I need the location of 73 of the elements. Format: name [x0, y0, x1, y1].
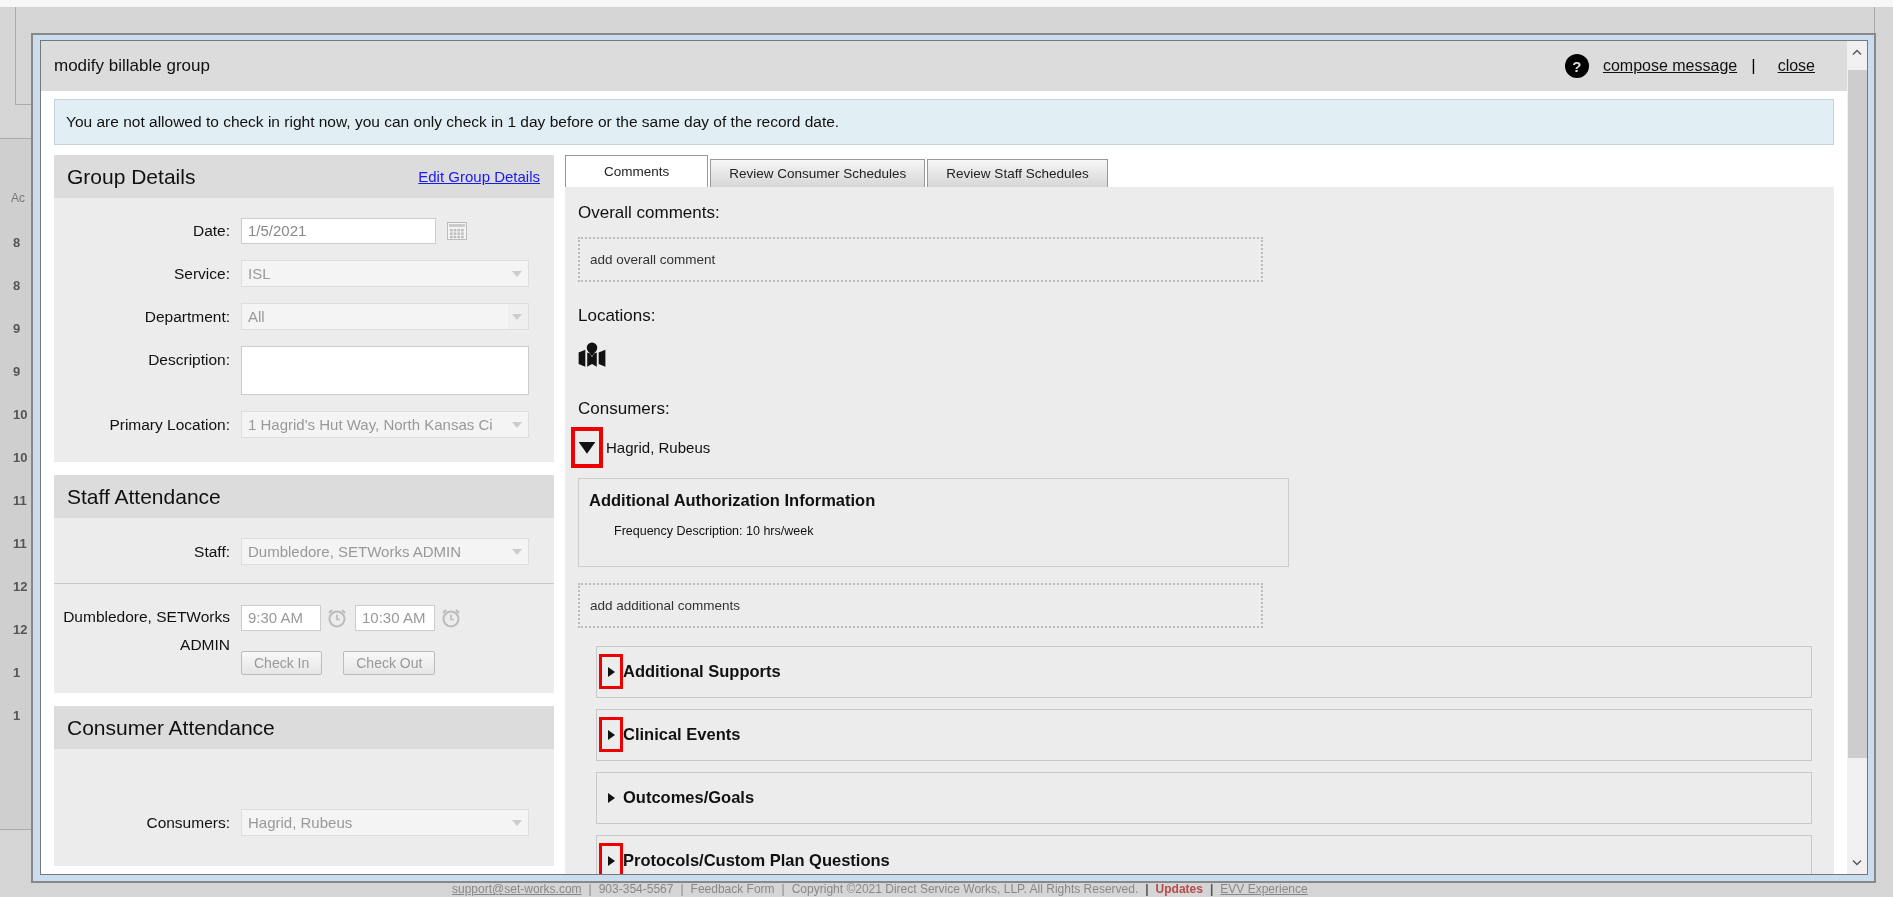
staff-name: Dumbledore, SETWorks ADMIN	[62, 607, 230, 655]
time-label: 12	[13, 579, 28, 595]
footer-separator: |	[781, 882, 785, 896]
time-label: 1	[13, 665, 21, 681]
description-field[interactable]	[241, 346, 529, 395]
scrollbar-thumb[interactable]	[1847, 70, 1867, 758]
tab[interactable]: Review Staff Schedules	[927, 159, 1108, 187]
time-label: 9	[13, 364, 21, 380]
time-label: 10	[13, 450, 28, 466]
accordion-section[interactable]: Additional Supports	[596, 646, 1812, 698]
section-title: Additional Supports	[623, 662, 781, 682]
overall-comments-label: Overall comments:	[578, 203, 720, 223]
time-label: 11	[13, 536, 27, 552]
scrollbar[interactable]	[1847, 41, 1867, 874]
alert-message: You are not allowed to check in right now, you can only check in 1 day before or the same day of the record date.	[54, 99, 1834, 145]
scroll-down-icon[interactable]	[1852, 859, 1862, 866]
section-title: Outcomes/Goals	[623, 788, 755, 808]
footer-text: Copyright ©2021 Direct Service Works, LLP. All Rights Reserved.	[791, 882, 1139, 896]
expand-caret-icon[interactable]	[605, 792, 617, 804]
footer-separator: |	[588, 882, 592, 896]
edit-group-details-link[interactable]: Edit Group Details	[418, 168, 540, 185]
map-pin-icon[interactable]	[578, 342, 606, 367]
compose-message-link[interactable]: compose message	[1602, 57, 1738, 75]
separator: |	[1751, 56, 1756, 76]
footer-text: Feedback Form	[690, 882, 775, 896]
accordion-section[interactable]: Clinical Events	[596, 709, 1812, 761]
accordion-section[interactable]: Outcomes/Goals	[596, 772, 1812, 824]
footer-separator: |	[680, 882, 684, 896]
alarm-clock-icon[interactable]	[327, 608, 347, 628]
section-heading: Group Details	[67, 164, 196, 189]
frequency-description: Frequency Description: 10 hrs/week	[613, 523, 815, 538]
locations-label: Locations:	[578, 306, 656, 327]
section-title: Protocols/Custom Plan Questions	[623, 851, 890, 871]
footer-text: 903-354-5567	[598, 882, 674, 896]
time-label: 10	[13, 407, 28, 423]
time-label: 1	[13, 708, 21, 724]
date-field[interactable]: 1/5/2021	[241, 218, 436, 244]
time-label: 11	[13, 493, 27, 509]
updates-link[interactable]: Updates	[1155, 882, 1203, 896]
expand-caret-icon[interactable]	[605, 729, 617, 741]
field-label: Date:	[191, 222, 230, 240]
consumer-name: Hagrid, Rubeus	[606, 438, 711, 456]
close-link[interactable]: close	[1777, 57, 1815, 75]
time-label: 8	[13, 278, 21, 294]
expand-caret-icon[interactable]	[605, 855, 617, 867]
footer-separator: |	[1145, 882, 1149, 896]
time-label: 12	[13, 622, 28, 638]
time-label: 9	[13, 321, 21, 337]
help-icon[interactable]: ?	[1564, 54, 1589, 78]
tab[interactable]: Review Consumer Schedules	[710, 159, 926, 187]
field-label: Staff:	[193, 542, 230, 561]
scroll-up-icon[interactable]	[1852, 49, 1862, 56]
calendar-icon[interactable]	[447, 222, 467, 240]
alarm-clock-icon[interactable]	[441, 608, 461, 628]
accordion-section[interactable]: Protocols/Custom Plan Questions	[596, 835, 1812, 874]
section-title: Clinical Events	[623, 725, 741, 745]
section-heading: Consumer Attendance	[67, 715, 275, 740]
field-label: Primary Location:	[108, 415, 230, 434]
consumers-label: Consumers:	[578, 398, 670, 419]
dialog-title: modify billable group	[54, 56, 210, 76]
tab[interactable]: Comments	[565, 155, 709, 187]
card-heading: Additional Authorization Information	[589, 490, 877, 510]
section-heading: Staff Attendance	[67, 484, 221, 509]
field-label: Service:	[173, 264, 230, 283]
field-label: Description:	[147, 350, 230, 369]
footer-separator: |	[1209, 882, 1214, 896]
expand-caret-icon[interactable]	[605, 666, 617, 678]
field-label: Consumers:	[145, 813, 230, 832]
field-label: Department:	[143, 307, 230, 326]
time-label: 8	[13, 235, 21, 251]
column-header: Ac	[11, 191, 25, 205]
overall-comment-field[interactable]: add overall comment	[578, 237, 1263, 283]
additional-comments-field[interactable]: add additional comments	[578, 582, 1263, 628]
